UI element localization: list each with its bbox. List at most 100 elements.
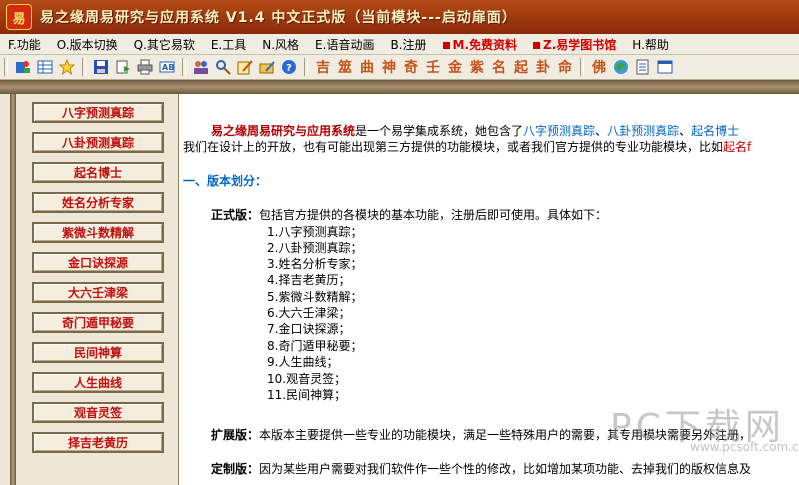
globe-icon[interactable] [612, 58, 630, 76]
module-list-item: 9.人生曲线； [267, 355, 339, 369]
intro-sep1: 、 [595, 124, 608, 138]
watermark-url: www.pcsoft.com.cn [690, 440, 799, 454]
toolbar-separator [580, 58, 584, 76]
module-list-item: 3.姓名分析专家； [267, 257, 363, 271]
intro-line: 易之缘周易研究与应用系统是一个易学集成系统，她包含了八字预测真踪、八卦预测真踪、… [211, 122, 739, 139]
grid-icon[interactable] [36, 58, 54, 76]
link-naming[interactable]: 起名博士 [691, 124, 739, 138]
app-logo-icon: 易 [6, 4, 32, 30]
link-naming-2[interactable]: 起名f [723, 140, 751, 154]
toolbar: AB ? 吉 筮 曲 神 奇 壬 金 紫 名 起 卦 命 佛 [0, 55, 799, 80]
custom-label: 定制版： [211, 462, 260, 476]
official-label: 正式版： [211, 208, 260, 222]
sidebar-item-liuren[interactable]: 大六壬津梁 [32, 282, 164, 303]
sidebar-item-almanac[interactable]: 择吉老黄历 [32, 432, 164, 453]
module-list-item: 1.八字预测真踪； [267, 225, 363, 239]
menu-function[interactable]: F.功能 [0, 36, 49, 53]
people-icon[interactable] [192, 58, 210, 76]
toolbar-char-ren[interactable]: 壬 [422, 57, 444, 77]
module-list-item: 10.观音灵签； [267, 372, 347, 386]
toolbar-separator [4, 58, 8, 76]
svg-text:AB: AB [162, 63, 174, 72]
save-icon[interactable] [92, 58, 110, 76]
menu-free-materials[interactable]: M.免费资料 [435, 36, 526, 53]
official-text: 包括官方提供的各模块的基本功能，注册后即可使用。具体如下： [259, 208, 608, 222]
sidebar-item-qimen[interactable]: 奇门遁甲秘要 [32, 312, 164, 333]
menu-style[interactable]: N.风格 [254, 36, 307, 53]
link-bagua[interactable]: 八卦预测真踪 [607, 124, 679, 138]
module-list-item: 5.紫微斗数精解； [267, 290, 363, 304]
decorative-pole [10, 94, 16, 485]
svg-text:?: ? [286, 63, 292, 74]
sidebar-item-guanyin[interactable]: 观音灵签 [32, 402, 164, 423]
toolbar-char-ming[interactable]: 名 [488, 57, 510, 77]
red-square-icon [533, 41, 541, 49]
menu-library-label: Z.易学图书馆 [543, 37, 617, 52]
print-icon[interactable] [136, 58, 154, 76]
ab-text-icon[interactable]: AB [158, 58, 176, 76]
folder-edit-icon[interactable] [258, 58, 276, 76]
extension-label: 扩展版： [211, 428, 260, 442]
star-icon[interactable] [58, 58, 76, 76]
toolbar-char-qi[interactable]: 奇 [400, 57, 422, 77]
search-icon[interactable] [214, 58, 232, 76]
link-bazi[interactable]: 八字预测真踪 [523, 124, 595, 138]
window-title: 易之缘周易研究与应用系统 V1.4 中文正式版（当前模块---启动扉面） [40, 10, 517, 26]
toolbar-separator [82, 58, 86, 76]
help-icon[interactable]: ? [280, 58, 298, 76]
system-name: 易之缘周易研究与应用系统 [211, 124, 356, 138]
decorative-border [0, 80, 799, 94]
sidebar-item-bagua[interactable]: 八卦预测真踪 [32, 132, 164, 153]
toolbar-char-qi2[interactable]: 起 [510, 57, 532, 77]
design-line: 我们在设计上的开放，也有可能出现第三方提供的功能模块，或者我们官方提供的专业功能… [183, 138, 751, 155]
menu-version-switch[interactable]: O.版本切换 [49, 36, 126, 53]
menu-free-materials-label: M.免费资料 [452, 37, 518, 52]
toolbar-char-zi[interactable]: 紫 [466, 57, 488, 77]
menu-tools[interactable]: E.工具 [203, 36, 254, 53]
menu-register[interactable]: B.注册 [382, 36, 434, 53]
toolbar-separator [304, 58, 308, 76]
sidebar-item-ziwei[interactable]: 紫微斗数精解 [32, 222, 164, 243]
toolbar-char-gua[interactable]: 卦 [532, 57, 554, 77]
sidebar-item-name-analysis[interactable]: 姓名分析专家 [32, 192, 164, 213]
toolbar-char-ming2[interactable]: 命 [554, 57, 576, 77]
section-version: 一、版本划分： [183, 174, 268, 188]
official-line: 正式版：包括官方提供的各模块的基本功能，注册后即可使用。具体如下： [211, 206, 607, 223]
module-sidebar: 八字预测真踪 八卦预测真踪 起名博士 姓名分析专家 紫微斗数精解 金口诀探源 大… [0, 94, 179, 485]
toolbar-char-shen[interactable]: 神 [378, 57, 400, 77]
export-icon[interactable] [114, 58, 132, 76]
custom-text: 因为某些用户需要对我们软件作一些个性的修改，比如增加某项功能、去掉我们的版权信息… [259, 462, 752, 476]
module-list-item: 6.大六壬津梁； [267, 306, 351, 320]
sidebar-item-naming[interactable]: 起名博士 [32, 162, 164, 183]
menu-other-software[interactable]: Q.其它易软 [126, 36, 203, 53]
module-list-item: 7.金口诀探源； [267, 322, 351, 336]
toolbar-char-qu[interactable]: 曲 [356, 57, 378, 77]
intro-sep2: 、 [679, 124, 692, 138]
menu-voice-animation[interactable]: E.语音动画 [307, 36, 382, 53]
menu-help[interactable]: H.帮助 [624, 36, 677, 53]
intro-text: 是一个易学集成系统，她包含了 [355, 124, 524, 138]
module-list-item: 2.八卦预测真踪； [267, 241, 363, 255]
title-bar: 易 易之缘周易研究与应用系统 V1.4 中文正式版（当前模块---启动扉面） [0, 0, 799, 34]
custom-line: 定制版：因为某些用户需要对我们软件作一些个性的修改，比如增加某项功能、去掉我们的… [211, 460, 751, 477]
menu-bar: F.功能 O.版本切换 Q.其它易软 E.工具 N.风格 E.语音动画 B.注册… [0, 34, 799, 55]
window-icon[interactable] [656, 58, 674, 76]
red-square-icon [442, 41, 450, 49]
sidebar-item-bazi[interactable]: 八字预测真踪 [32, 102, 164, 123]
sidebar-item-jinkou[interactable]: 金口诀探源 [32, 252, 164, 273]
sidebar-item-life-curve[interactable]: 人生曲线 [32, 372, 164, 393]
edit-icon[interactable] [236, 58, 254, 76]
module-list-item: 4.择吉老黄历； [267, 273, 351, 287]
toolbar-char-fo[interactable]: 佛 [588, 57, 610, 77]
toolbar-char-shi[interactable]: 筮 [334, 57, 356, 77]
toolbar-separator [182, 58, 186, 76]
toolbar-char-jin[interactable]: 金 [444, 57, 466, 77]
sidebar-item-folk[interactable]: 民间神算 [32, 342, 164, 363]
menu-library[interactable]: Z.易学图书馆 [525, 36, 624, 53]
module-list-item: 11.民间神算； [267, 388, 347, 402]
module-list-item: 8.奇门遁甲秘要； [267, 339, 363, 353]
design-text: 我们在设计上的开放，也有可能出现第三方提供的功能模块，或者我们官方提供的专业功能… [183, 140, 724, 154]
notes-icon[interactable] [634, 58, 652, 76]
users-icon[interactable] [14, 58, 32, 76]
toolbar-char-ji[interactable]: 吉 [312, 57, 334, 77]
